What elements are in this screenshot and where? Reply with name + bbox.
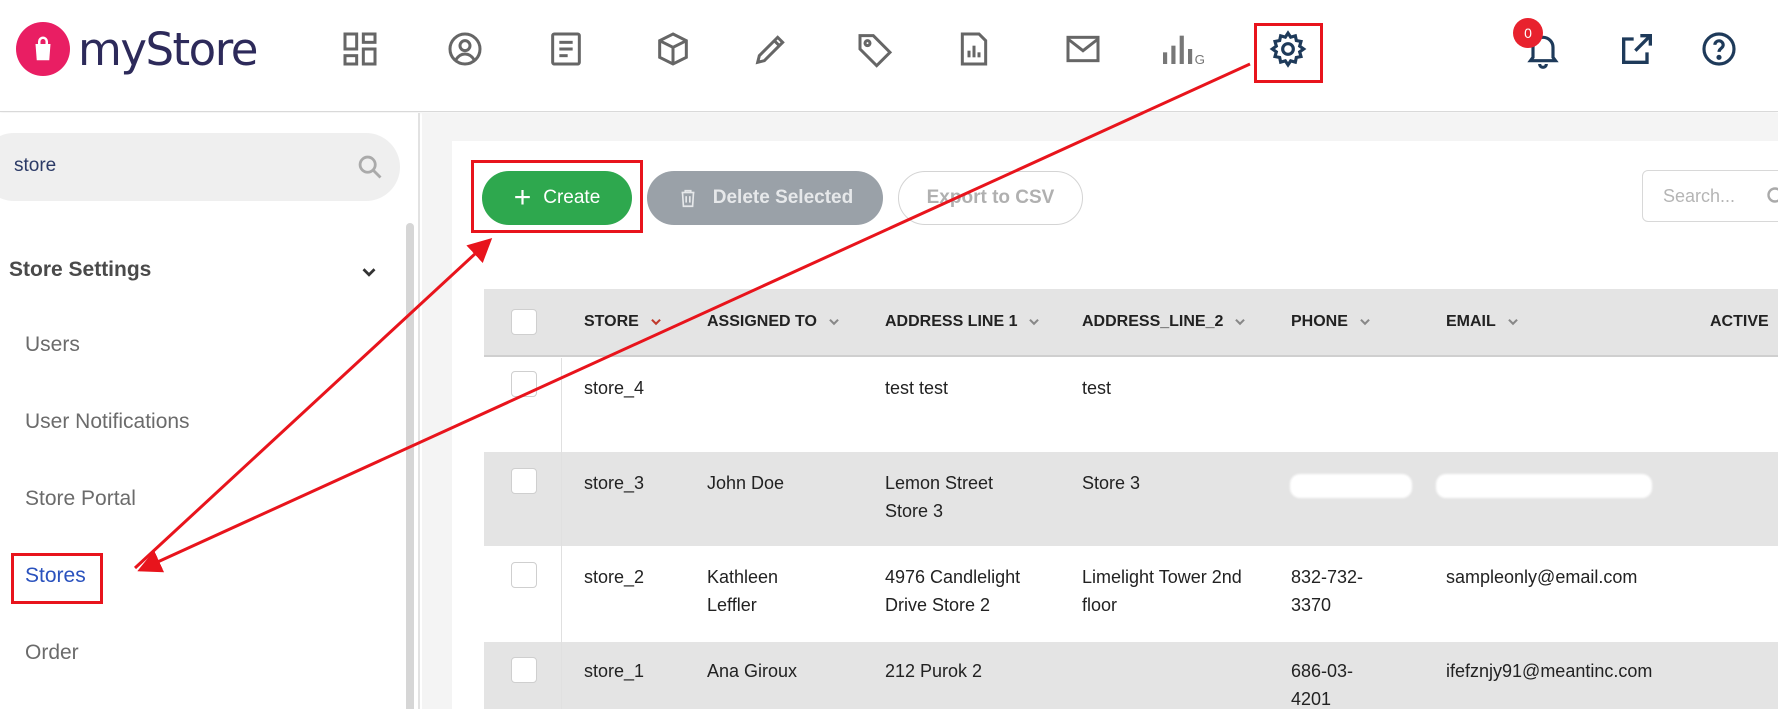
profile-icon[interactable] <box>1762 26 1778 72</box>
export-csv-button[interactable]: Export to CSV <box>898 171 1083 225</box>
table-row[interactable]: store_3 John Doe Lemon Street Store 3 St… <box>484 452 1778 546</box>
cell-store: store_2 <box>584 567 645 587</box>
cell-email: sampleonly@email.com <box>1446 567 1638 587</box>
settings-sidebar: store Store Settings Users User Notifica… <box>0 113 420 709</box>
column-header-assigned-to[interactable]: ASSIGNED TO <box>707 313 841 331</box>
cell-address-line-1: test test <box>885 378 949 398</box>
sidebar-item-users[interactable]: Users <box>25 333 80 357</box>
column-header-active[interactable]: ACTIVE <box>1710 313 1769 331</box>
cell-address-line-2: Store 3 <box>1082 473 1141 493</box>
table-search-input[interactable]: Search... <box>1642 170 1778 222</box>
user-circle-icon[interactable] <box>442 26 488 72</box>
chevron-down-icon <box>1235 318 1246 326</box>
cell-store: store_3 <box>584 473 645 493</box>
dashboard-icon[interactable] <box>337 26 383 72</box>
analytics-icon[interactable]: G <box>1156 26 1210 72</box>
cell-store: store_1 <box>584 661 645 681</box>
app-logo[interactable]: myStore <box>16 22 258 76</box>
cell-store: store_4 <box>584 378 645 398</box>
column-header-address-line-2[interactable]: ADDRESS_LINE_2 <box>1082 313 1247 331</box>
cell-email: ifefznjy91@meantinc.com <box>1446 661 1653 681</box>
sidebar-search-value: store <box>14 155 57 176</box>
table-row[interactable]: store_4 test test test <box>484 358 1778 452</box>
search-icon[interactable] <box>356 153 384 181</box>
column-label: ADDRESS_LINE_2 <box>1082 313 1224 330</box>
table-search-placeholder: Search... <box>1663 186 1736 206</box>
mail-icon[interactable] <box>1060 26 1106 72</box>
cell-assigned-to: Ana Giroux <box>707 661 798 681</box>
column-header-email[interactable]: EMAIL <box>1446 313 1520 331</box>
search-icon[interactable] <box>1765 185 1778 209</box>
column-header-store[interactable]: STORE <box>584 313 663 331</box>
cell-address-line-2: test <box>1082 378 1112 398</box>
chevron-down-icon <box>1029 318 1040 326</box>
top-navigation-bar: myStore G 0 <box>0 0 1778 112</box>
notification-badge: 0 <box>1513 18 1543 48</box>
column-header-address-line-1[interactable]: ADDRESS LINE 1 <box>885 313 1041 331</box>
sort-chevron-icon <box>651 318 661 326</box>
help-icon[interactable] <box>1696 26 1742 72</box>
table-header: STORE ASSIGNED TO ADDRESS LINE 1 ADDRESS… <box>484 289 1778 357</box>
gear-highlight-box <box>1254 23 1323 83</box>
cell-address-line-1: Lemon Street Store 3 <box>885 473 994 521</box>
sidebar-item-user-notifications[interactable]: User Notifications <box>25 410 190 434</box>
delete-selected-label: Delete Selected <box>712 187 854 208</box>
delete-selected-button[interactable]: Delete Selected <box>647 171 883 225</box>
column-label: EMAIL <box>1446 313 1496 330</box>
store-settings-section-title[interactable]: Store Settings <box>9 258 151 282</box>
sidebar-search-input[interactable]: store <box>0 133 400 201</box>
cell-assigned-to: Kathleen Leffler <box>707 567 779 615</box>
sidebar-scrollbar[interactable] <box>406 223 414 709</box>
cell-phone: 686-03-4201 <box>1291 661 1354 709</box>
app-root: myStore G 0 store Store Settings Users U… <box>0 0 1778 709</box>
chevron-down-icon <box>829 318 839 326</box>
trash-icon <box>681 189 695 208</box>
redacted-phone <box>1290 474 1412 498</box>
chevron-down-icon <box>1507 318 1518 326</box>
cell-address-line-2: Limelight Tower 2nd floor <box>1082 567 1242 615</box>
chevron-down-icon <box>1360 318 1370 326</box>
chevron-down-icon[interactable] <box>358 261 380 283</box>
box-icon[interactable] <box>650 26 696 72</box>
tag-icon[interactable] <box>852 26 898 72</box>
pencil-icon[interactable] <box>748 26 794 72</box>
row-checkbox[interactable] <box>511 468 537 494</box>
shopping-bag-icon <box>16 22 70 76</box>
sidebar-item-store-portal[interactable]: Store Portal <box>25 487 136 511</box>
row-selector-cell <box>484 452 562 546</box>
column-label: ACTIVE <box>1710 313 1769 330</box>
create-highlight-box <box>471 160 643 233</box>
row-checkbox[interactable] <box>511 562 537 588</box>
column-label: ASSIGNED TO <box>707 313 817 330</box>
table-row[interactable]: store_2 Kathleen Leffler 4976 Candleligh… <box>484 546 1778 642</box>
table-row[interactable]: store_1 Ana Giroux 212 Purok 2 686-03-42… <box>484 642 1778 709</box>
report-icon[interactable] <box>951 26 997 72</box>
row-checkbox[interactable] <box>511 657 537 683</box>
cell-assigned-to: John Doe <box>707 473 785 493</box>
cell-phone: 832-732-3370 <box>1291 567 1364 615</box>
row-checkbox[interactable] <box>511 371 537 397</box>
select-all-checkbox[interactable] <box>511 309 537 335</box>
column-label: ADDRESS LINE 1 <box>885 313 1018 330</box>
export-csv-label: Export to CSV <box>926 187 1055 208</box>
redacted-email <box>1436 474 1652 498</box>
column-header-phone[interactable]: PHONE <box>1291 313 1372 331</box>
stores-highlight-box <box>11 553 103 604</box>
external-link-icon[interactable] <box>1614 26 1660 72</box>
cell-address-line-1: 4976 Candlelight Drive Store 2 <box>885 567 1021 615</box>
row-selector-cell <box>484 546 562 642</box>
column-label: PHONE <box>1291 313 1348 330</box>
cell-address-line-1: 212 Purok 2 <box>885 661 983 681</box>
sidebar-item-order[interactable]: Order <box>25 641 79 665</box>
svg-text:G: G <box>1195 52 1205 67</box>
logo-text: myStore <box>78 22 258 76</box>
column-label: STORE <box>584 313 639 330</box>
document-icon[interactable] <box>543 26 589 72</box>
